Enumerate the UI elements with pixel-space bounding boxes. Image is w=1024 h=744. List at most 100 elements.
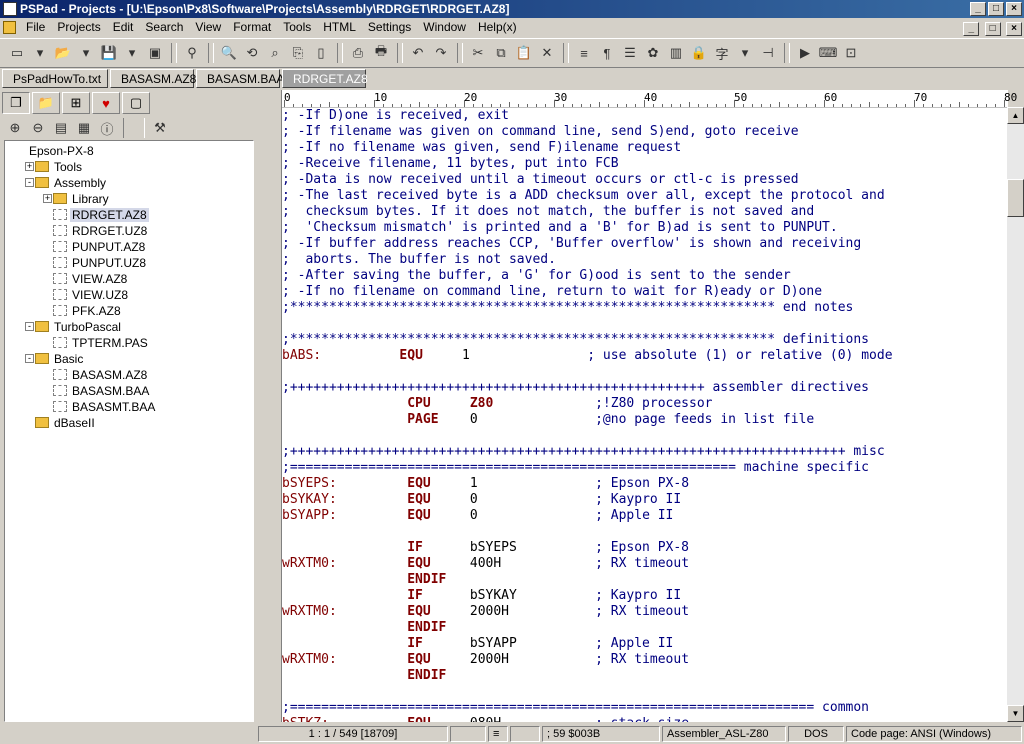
collapse-icon[interactable]: - <box>25 322 34 331</box>
code-line[interactable]: IF bSYKAY ; Kaypro II <box>282 588 681 604</box>
pilcrow-icon[interactable]: ¶ <box>596 42 618 64</box>
collapse-icon[interactable]: - <box>25 178 34 187</box>
syntax-highlight-icon[interactable]: ✿ <box>642 42 664 64</box>
code-line[interactable]: ;+++++++++++++++++++++++++++++++++++++++… <box>282 380 869 396</box>
search-icon[interactable]: 🔍 <box>218 42 240 64</box>
tree-item[interactable]: + Library <box>43 191 111 207</box>
code-line[interactable]: ;+++++++++++++++++++++++++++++++++++++++… <box>282 444 885 460</box>
expand-icon[interactable]: + <box>43 194 52 203</box>
code-line[interactable]: ; -If buffer address reaches CCP, 'Buffe… <box>282 236 861 252</box>
code-line[interactable]: IF bSYAPP ; Apple II <box>282 636 673 652</box>
code-line[interactable]: ; -After saving the buffer, a 'G' for G)… <box>282 268 791 284</box>
favorites-heart-icon[interactable]: ♥ <box>92 92 120 114</box>
replace-files-icon[interactable]: ⎘ <box>287 42 309 64</box>
tree-item[interactable]: RDRGET.AZ8 <box>53 207 149 223</box>
code-line[interactable]: ;***************************************… <box>282 300 853 316</box>
add-files-icon[interactable]: ▦ <box>73 117 95 139</box>
run-icon[interactable]: ▶ <box>794 42 816 64</box>
tab-basasm-az8[interactable]: BASASM.AZ8 <box>110 69 196 88</box>
tree-item[interactable]: BASASM.AZ8 <box>53 367 149 383</box>
code-line[interactable]: bSTKZ: EQU 080H ; stack size <box>282 716 689 722</box>
menu-view[interactable]: View <box>189 18 227 37</box>
tree-item[interactable]: Epson-PX-8 <box>27 143 96 159</box>
tree-item[interactable]: - TurboPascal <box>25 319 123 335</box>
status-line-ending[interactable]: DOS <box>788 726 844 742</box>
tree-item[interactable]: dBaseII <box>35 415 97 431</box>
code-line[interactable]: bSYEPS: EQU 1 ; Epson PX-8 <box>282 476 689 492</box>
project-settings-icon[interactable]: ⚒ <box>149 117 171 139</box>
menu-file[interactable]: File <box>20 18 51 37</box>
projects-panel-icon[interactable]: ❐ <box>2 92 30 114</box>
delete-icon[interactable]: ✕ <box>536 42 558 64</box>
vertical-scrollbar[interactable]: ▲ ▼ <box>1007 107 1024 722</box>
code-line[interactable]: ENDIF <box>282 668 446 684</box>
remove-item-icon[interactable]: ⊖ <box>27 117 49 139</box>
word-wrap-icon[interactable]: ≡ <box>573 42 595 64</box>
encoding-dropdown-icon[interactable]: ▾ <box>734 42 756 64</box>
code-line[interactable]: ; aborts. The buffer is not saved. <box>282 252 556 268</box>
code-line[interactable]: ;=======================================… <box>282 700 869 716</box>
code-line[interactable]: ENDIF <box>282 620 446 636</box>
mdi-restore-button[interactable]: □ <box>984 22 1001 36</box>
code-area[interactable]: ; -If D)one is received, exit; -If filen… <box>282 108 1008 722</box>
code-line[interactable]: ; checksum bytes. If it does not match, … <box>282 204 814 220</box>
menu-settings[interactable]: Settings <box>362 18 417 37</box>
menu-search[interactable]: Search <box>139 18 189 37</box>
new-dropdown-icon[interactable]: ▾ <box>29 42 51 64</box>
code-line[interactable]: CPU Z80 ;!Z80 processor <box>282 396 712 412</box>
status-syntax[interactable]: Assembler_ASL-Z80 <box>662 726 786 742</box>
info-icon[interactable]: ⓘ <box>96 117 118 139</box>
mdi-close-button[interactable]: × <box>1006 22 1022 36</box>
code-line[interactable]: ; 'Checksum mismatch' is printed and a '… <box>282 220 838 236</box>
print-icon[interactable]: 🖶 <box>370 42 392 64</box>
column-block-icon[interactable]: ▥ <box>665 42 687 64</box>
encoding-icon[interactable]: 字 <box>711 42 733 64</box>
code-line[interactable]: ;=======================================… <box>282 460 869 476</box>
tab-basasm-baa[interactable]: BASASM.BAA <box>196 69 284 88</box>
tree-item[interactable]: TPTERM.PAS <box>53 335 150 351</box>
file-explorer-icon[interactable]: 📁 <box>32 92 60 114</box>
new-file-icon[interactable]: ▭ <box>6 42 28 64</box>
collapse-icon[interactable]: - <box>25 354 34 363</box>
code-line[interactable]: ; -The last received byte is a ADD check… <box>282 188 885 204</box>
code-line[interactable]: PAGE 0 ;@no page feeds in list file <box>282 412 814 428</box>
search-replace-icon[interactable]: ⟲ <box>241 42 263 64</box>
open-dropdown-icon[interactable]: ▾ <box>75 42 97 64</box>
code-line[interactable]: wRXTM0: EQU 2000H ; RX timeout <box>282 652 689 668</box>
code-line[interactable]: ; -If no filename on command line, retur… <box>282 284 822 300</box>
undo-icon[interactable]: ↶ <box>407 42 429 64</box>
tree-item[interactable]: PUNPUT.AZ8 <box>53 239 147 255</box>
save-icon[interactable]: 💾 <box>98 42 120 64</box>
scroll-down-icon[interactable]: ▼ <box>1007 705 1024 722</box>
tab-rdrget-az8[interactable]: RDRGET.AZ8 <box>282 69 368 88</box>
code-line[interactable]: bSYKAY: EQU 0 ; Kaypro II <box>282 492 681 508</box>
search-files-icon[interactable]: ⌕ <box>264 42 286 64</box>
code-line[interactable]: ; -If no filename was given, send F)ilen… <box>282 140 681 156</box>
tree-item[interactable]: BASASMT.BAA <box>53 399 157 415</box>
redo-icon[interactable]: ↷ <box>430 42 452 64</box>
hex-view-icon[interactable]: ⌨ <box>817 42 839 64</box>
tree-item[interactable]: BASASM.BAA <box>53 383 151 399</box>
maximize-button[interactable]: □ <box>988 2 1004 16</box>
editor-pane[interactable]: 0 10 20 30 40 50 60 70 80 ; -If D)one is receive… <box>281 90 1017 722</box>
code-line[interactable]: ; -If filename was given on command line… <box>282 124 799 140</box>
status-codepage[interactable]: Code page: ANSI (Windows) <box>846 726 1022 742</box>
code-line[interactable]: ; -If D)one is received, exit <box>282 108 509 124</box>
menu-tools[interactable]: Tools <box>277 18 317 37</box>
open-folder-icon[interactable]: 📂 <box>52 42 74 64</box>
code-line[interactable]: bSYAPP: EQU 0 ; Apple II <box>282 508 673 524</box>
tree-item[interactable]: - Assembly <box>25 175 108 191</box>
ftp-icon[interactable]: ⊞ <box>62 92 90 114</box>
tree-item[interactable]: PFK.AZ8 <box>53 303 123 319</box>
menu-format[interactable]: Format <box>227 18 277 37</box>
menu-edit[interactable]: Edit <box>107 18 140 37</box>
tree-item[interactable]: VIEW.AZ8 <box>53 271 129 287</box>
tree-item[interactable]: VIEW.UZ8 <box>53 287 130 303</box>
pin-icon[interactable]: ⊣ <box>757 42 779 64</box>
tree-item[interactable]: - Basic <box>25 351 85 367</box>
code-line[interactable]: wRXTM0: EQU 400H ; RX timeout <box>282 556 689 572</box>
save-dropdown-icon[interactable]: ▾ <box>121 42 143 64</box>
console-icon[interactable]: ⊡ <box>840 42 862 64</box>
code-line[interactable]: ;***************************************… <box>282 332 869 348</box>
cut-icon[interactable]: ✂ <box>467 42 489 64</box>
